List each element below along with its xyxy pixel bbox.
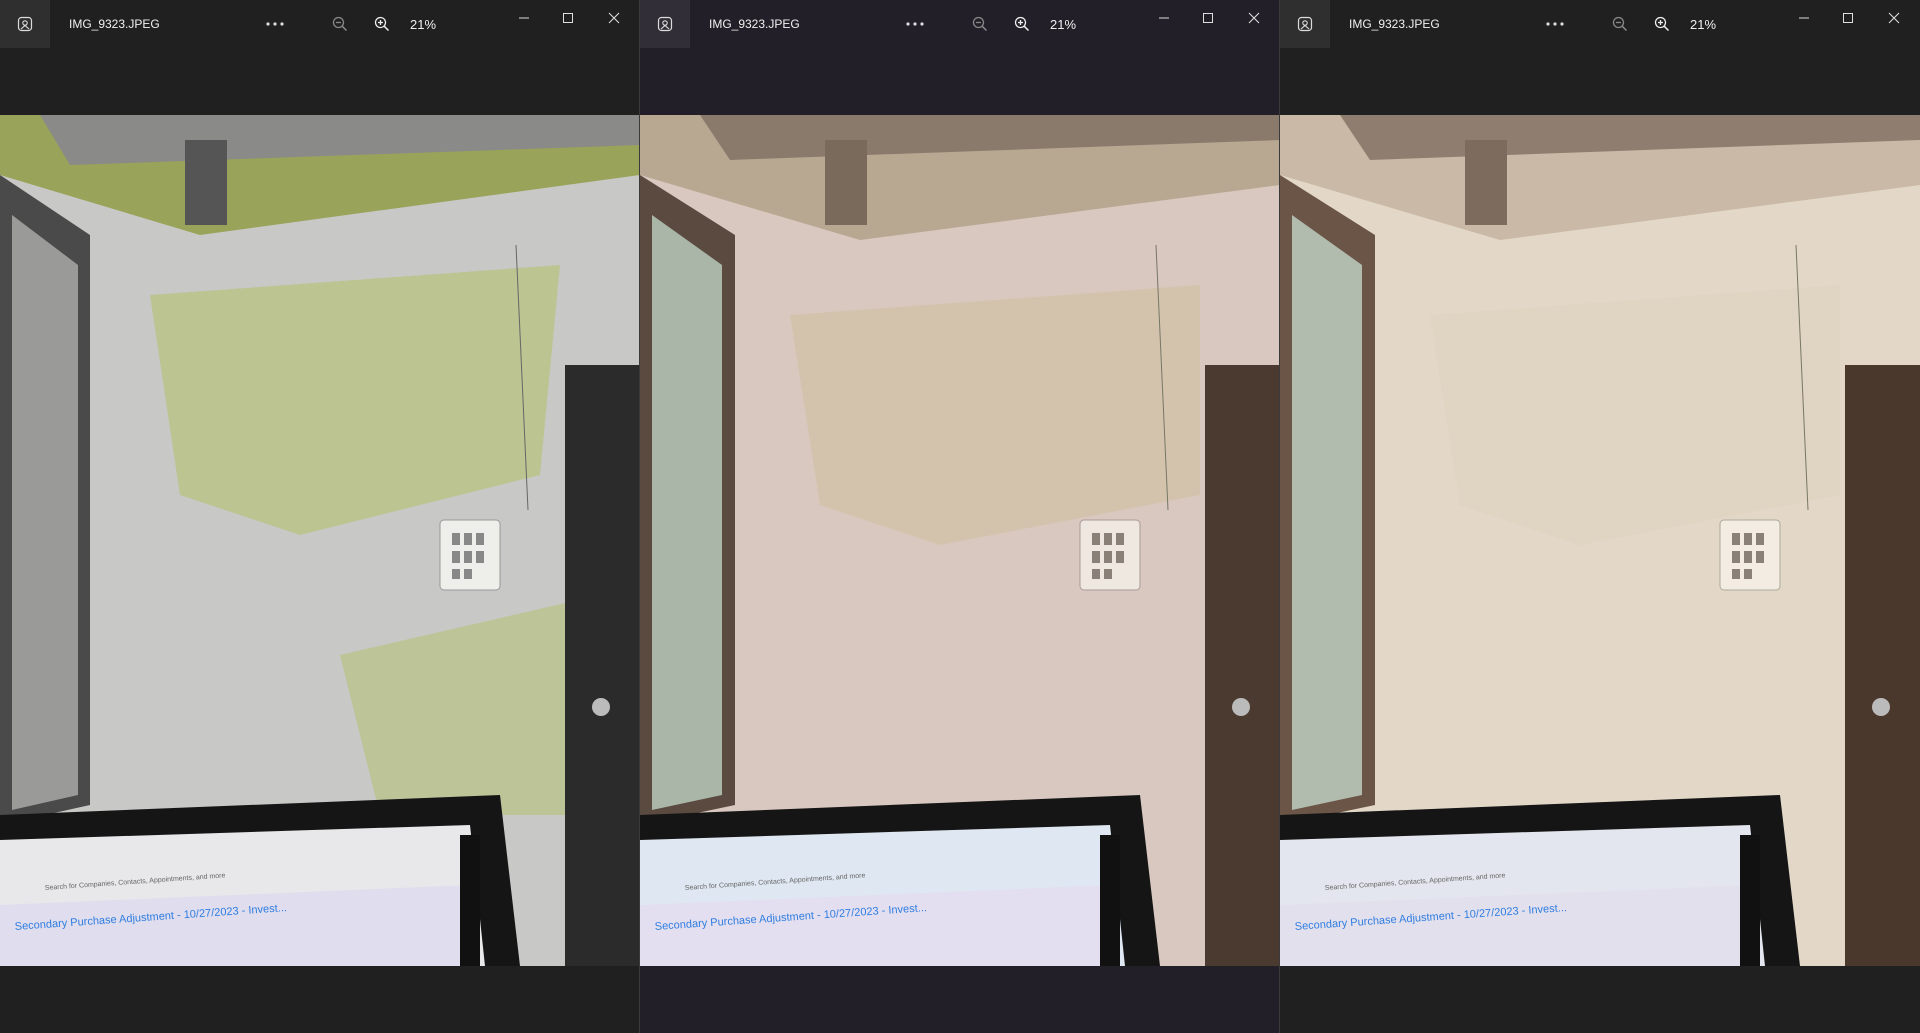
more-options-button[interactable] (900, 10, 930, 38)
maximize-icon (1203, 13, 1213, 23)
more-options-button[interactable] (1540, 10, 1570, 38)
zoom-level: 21% (410, 17, 437, 32)
minimize-icon (519, 17, 529, 19)
minimize-icon (1799, 17, 1809, 19)
zoom-out-button[interactable] (328, 12, 352, 36)
photo-canvas[interactable]: Secondary Purchase Adjustment - 10/27/20… (640, 115, 1279, 966)
close-button[interactable] (596, 4, 632, 32)
close-icon (1248, 12, 1260, 24)
close-button[interactable] (1876, 4, 1912, 32)
zoom-out-icon (1612, 16, 1628, 32)
zoom-out-icon (332, 16, 348, 32)
zoom-in-icon (1654, 16, 1670, 32)
zoom-in-button[interactable] (1010, 12, 1034, 36)
close-icon (608, 12, 620, 24)
zoom-in-button[interactable] (1650, 12, 1674, 36)
more-icon (906, 22, 924, 26)
maximize-icon (1843, 13, 1853, 23)
photos-app-icon (1280, 0, 1330, 48)
photo-canvas[interactable]: Secondary Purchase Adjustment - 10/27/20… (0, 115, 639, 966)
photo-viewer-window-1: IMG_9323.JPEG 21% Secondary Purchase Adj… (0, 0, 640, 1033)
photo-viewer-window-2: IMG_9323.JPEG 21% Secondary Purchase Adj… (640, 0, 1280, 1033)
photo-viewer-window-3: IMG_9323.JPEG 21% Secondary Purchase Adj… (1280, 0, 1920, 1033)
file-name: IMG_9323.JPEG (69, 17, 160, 31)
zoom-in-icon (1014, 16, 1030, 32)
file-name: IMG_9323.JPEG (1349, 17, 1440, 31)
title-bar[interactable]: IMG_9323.JPEG 21% (0, 0, 639, 48)
photos-app-icon (0, 0, 50, 48)
maximize-button[interactable] (550, 4, 586, 32)
zoom-level: 21% (1690, 17, 1717, 32)
zoom-in-button[interactable] (370, 12, 394, 36)
photo-canvas[interactable]: Secondary Purchase Adjustment - 10/27/20… (1280, 115, 1920, 966)
zoom-out-button[interactable] (968, 12, 992, 36)
zoom-level: 21% (1050, 17, 1077, 32)
zoom-in-icon (374, 16, 390, 32)
maximize-icon (563, 13, 573, 23)
title-bar[interactable]: IMG_9323.JPEG 21% (640, 0, 1279, 48)
zoom-out-icon (972, 16, 988, 32)
close-button[interactable] (1236, 4, 1272, 32)
photos-app-icon (640, 0, 690, 48)
minimize-button[interactable] (506, 4, 542, 32)
minimize-button[interactable] (1146, 4, 1182, 32)
maximize-button[interactable] (1830, 4, 1866, 32)
file-name: IMG_9323.JPEG (709, 17, 800, 31)
more-options-button[interactable] (260, 10, 290, 38)
more-icon (266, 22, 284, 26)
title-bar[interactable]: IMG_9323.JPEG 21% (1280, 0, 1920, 48)
minimize-button[interactable] (1786, 4, 1822, 32)
more-icon (1546, 22, 1564, 26)
minimize-icon (1159, 17, 1169, 19)
zoom-out-button[interactable] (1608, 12, 1632, 36)
maximize-button[interactable] (1190, 4, 1226, 32)
close-icon (1888, 12, 1900, 24)
